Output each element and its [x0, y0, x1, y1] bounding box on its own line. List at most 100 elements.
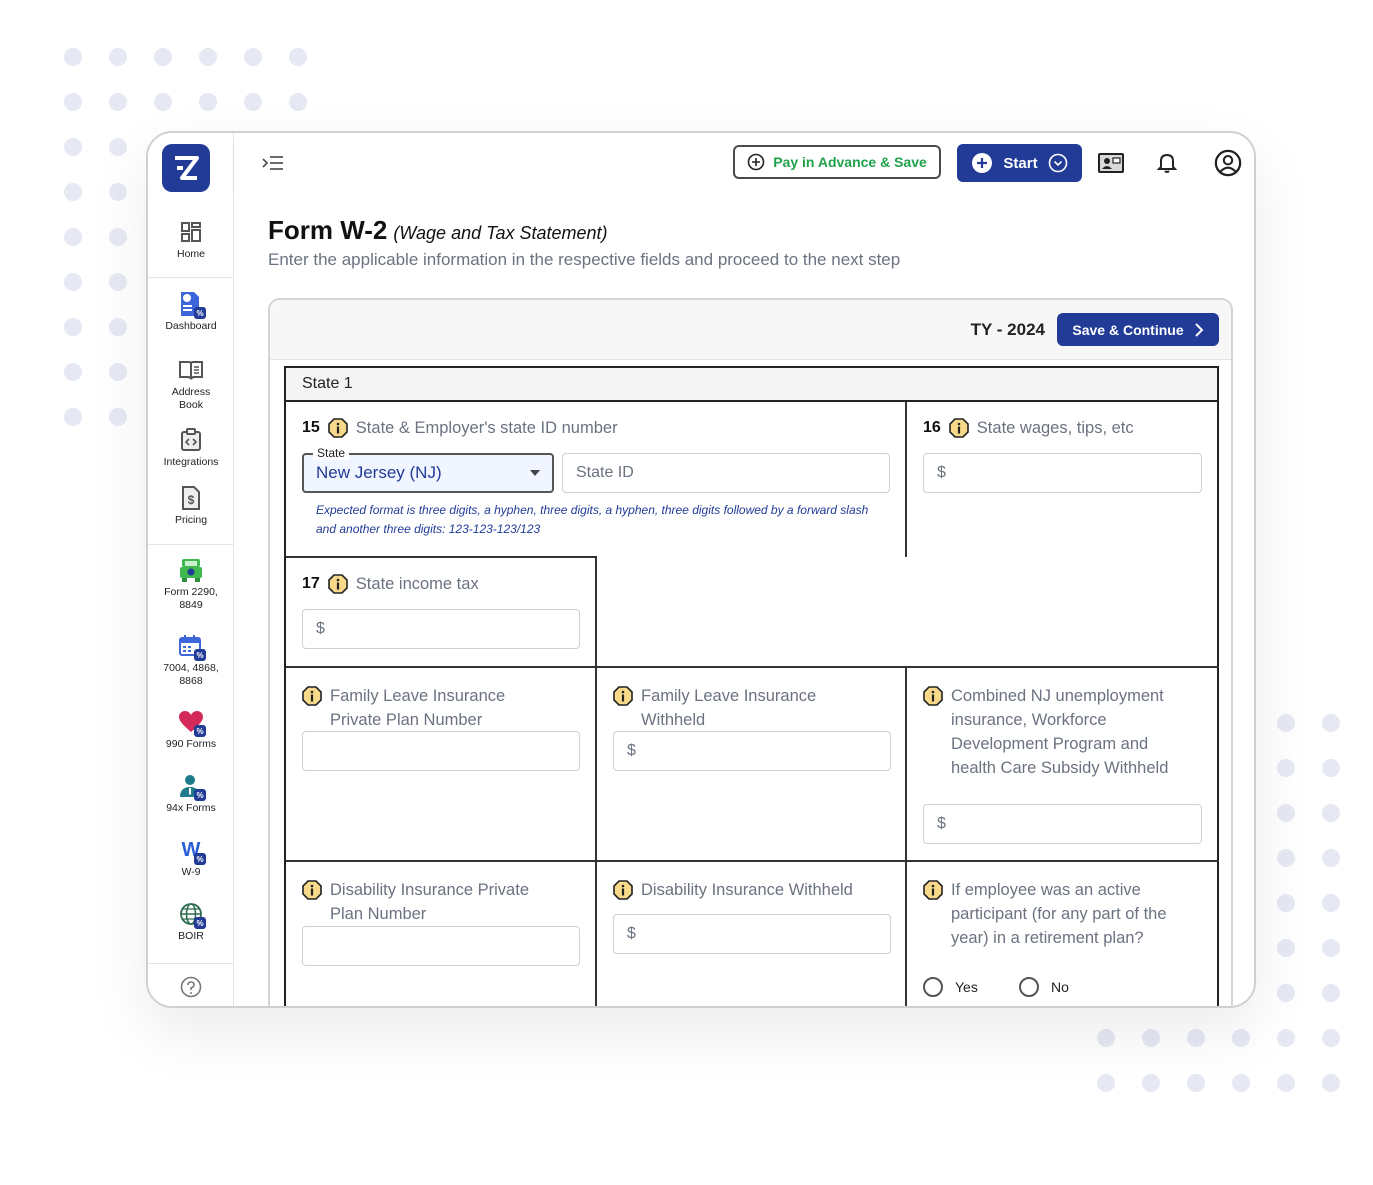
sidebar-item-form-2290[interactable]: Form 2290, 8849: [148, 557, 234, 612]
fli-withheld-input[interactable]: $: [613, 731, 891, 771]
state-income-tax-input[interactable]: $: [302, 609, 580, 649]
sidebar-item-w9[interactable]: W % W-9: [148, 837, 234, 879]
save-continue-button[interactable]: Save & Continue: [1057, 313, 1219, 346]
retirement-no-radio[interactable]: No: [1019, 977, 1069, 997]
app-logo[interactable]: [162, 144, 210, 192]
retirement-plan-label: If employee was an active participant (f…: [923, 878, 1193, 950]
sidebar-item-address-book[interactable]: Address Book: [148, 357, 234, 412]
di-withheld-label: Disability Insurance Withheld: [613, 878, 898, 902]
info-icon[interactable]: [613, 880, 633, 900]
pay-in-advance-button[interactable]: Pay in Advance & Save: [733, 145, 941, 179]
user-avatar-icon: [1214, 149, 1242, 177]
notifications-button[interactable]: [1153, 149, 1181, 177]
radio-circle[interactable]: [923, 977, 943, 997]
box-number: 16: [923, 419, 941, 436]
collapse-menu-icon: [262, 156, 283, 170]
info-icon[interactable]: [948, 418, 969, 438]
sidebar-divider: [148, 277, 234, 278]
calendar-icon: %: [178, 633, 206, 661]
sidebar-item-label: BOIR: [178, 930, 204, 942]
box16-label-text: State wages, tips, etc: [976, 419, 1134, 437]
info-icon[interactable]: [327, 574, 348, 594]
caret-down-icon: [530, 470, 540, 476]
state-select[interactable]: State New Jersey (NJ): [302, 446, 554, 493]
sidebar-item-boir[interactable]: % BOIR: [148, 901, 234, 943]
radio-circle[interactable]: [1019, 977, 1039, 997]
sidebar-item-integrations[interactable]: Integrations: [148, 427, 234, 469]
address-book-icon: [178, 357, 204, 383]
truck-icon: [178, 557, 204, 583]
page-subtitle: (Wage and Tax Statement): [393, 223, 608, 243]
di-plan-label-text: Disability Insurance Private Plan Number: [330, 881, 529, 923]
state-section-title: State 1: [286, 368, 1217, 402]
sidebar-item-pricing[interactable]: $ Pricing: [148, 485, 234, 527]
state-wages-input[interactable]: $: [923, 453, 1202, 493]
w9-icon: W %: [178, 837, 206, 865]
logo-icon: [175, 156, 199, 180]
sidebar-item-label: Integrations: [163, 456, 219, 468]
box15-label-text: State & Employer's state ID number: [355, 419, 618, 437]
di-withheld-input[interactable]: $: [613, 914, 891, 954]
radio-label: Yes: [955, 979, 978, 995]
box15-label: 15 State & Employer's state ID number: [302, 416, 618, 440]
chevron-right-icon: [1194, 322, 1204, 337]
info-icon[interactable]: [302, 686, 322, 706]
plus-filled-icon: [972, 153, 993, 173]
sidebar-item-label: 7004, 4868, 8868: [163, 662, 219, 687]
save-continue-label: Save & Continue: [1072, 321, 1184, 338]
app-window: Home % Dashboard Address Book Integratio…: [146, 131, 1256, 1008]
di-withheld-label-text: Disability Insurance Withheld: [641, 881, 853, 899]
sidebar-item-990-forms[interactable]: % 990 Forms: [148, 709, 234, 751]
sidebar-item-help[interactable]: [148, 975, 234, 1004]
sidebar-item-label: Form 2290, 8849: [164, 586, 218, 611]
start-button[interactable]: Start: [957, 144, 1082, 182]
pay-in-advance-label: Pay in Advance & Save: [773, 154, 927, 170]
box17-label: 17 State income tax: [302, 572, 479, 596]
home-grid-icon: [178, 219, 204, 245]
info-icon[interactable]: [923, 686, 943, 706]
box-number: 15: [302, 419, 320, 436]
box16-label: 16 State wages, tips, etc: [923, 416, 1134, 440]
sidebar: Home % Dashboard Address Book Integratio…: [148, 133, 234, 1006]
heart-icon: %: [178, 709, 206, 737]
state-id-input[interactable]: State ID: [562, 453, 890, 493]
top-bar: Pay in Advance & Save Start: [235, 133, 1254, 195]
state-id-format-hint: Expected format is three digits, a hyphe…: [316, 503, 869, 536]
info-icon[interactable]: [327, 418, 348, 438]
sidebar-item-extensions[interactable]: % 7004, 4868, 8868: [148, 633, 234, 688]
state-select-legend: State: [313, 446, 350, 460]
chevron-down-circle-icon: [1048, 153, 1067, 173]
svg-text:$: $: [188, 493, 195, 507]
info-icon[interactable]: [302, 880, 322, 900]
page-title-text: Form W-2: [268, 215, 388, 245]
fli-withheld-label: Family Leave Insurance Withheld: [613, 684, 893, 732]
retirement-yes-radio[interactable]: Yes: [923, 977, 978, 997]
info-icon[interactable]: [613, 686, 633, 706]
user-profile-button[interactable]: [1214, 149, 1242, 177]
retirement-plan-label-text: If employee was an active participant (f…: [951, 881, 1167, 947]
sidebar-item-home[interactable]: Home: [148, 219, 234, 261]
grid-divider: [905, 402, 907, 557]
di-plan-number-input[interactable]: [302, 926, 580, 966]
menu-toggle-button[interactable]: [261, 153, 285, 173]
box17-label-text: State income tax: [355, 575, 479, 593]
contact-card-button[interactable]: [1097, 149, 1125, 177]
info-icon[interactable]: [923, 880, 943, 900]
fli-plan-number-input[interactable]: [302, 731, 580, 771]
sidebar-item-label: Dashboard: [165, 320, 217, 332]
integrations-icon: [178, 427, 204, 453]
form-card: TY - 2024 Save & Continue State 1 15 Sta…: [268, 298, 1233, 1006]
fli-plan-label: Family Leave Insurance Private Plan Numb…: [302, 684, 582, 732]
sidebar-divider: [148, 544, 234, 545]
start-label: Start: [1003, 154, 1038, 172]
sidebar-item-94x-forms[interactable]: % 94x Forms: [148, 773, 234, 815]
state-select-value: New Jersey (NJ): [316, 463, 442, 482]
dashboard-icon: %: [178, 291, 206, 319]
page-title: Form W-2 (Wage and Tax Statement): [268, 215, 608, 246]
grid-divider: [595, 556, 597, 1006]
combined-nj-withheld-input[interactable]: $: [923, 804, 1202, 844]
di-plan-label: Disability Insurance Private Plan Number: [302, 878, 582, 926]
sidebar-item-label: Address Book: [171, 386, 211, 411]
sidebar-item-label: Home: [176, 248, 205, 260]
sidebar-item-dashboard[interactable]: % Dashboard: [148, 291, 234, 333]
